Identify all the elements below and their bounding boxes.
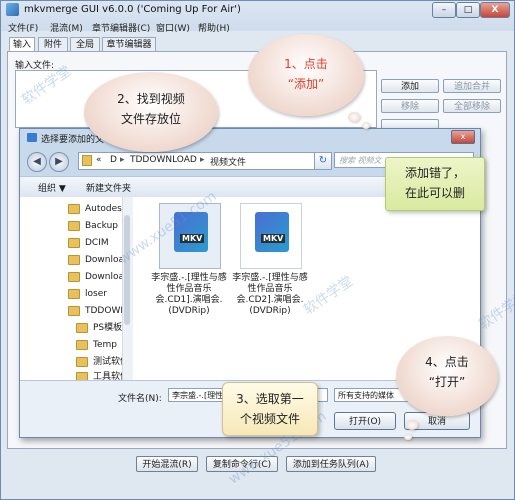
mkv-file-icon: MKV (255, 212, 289, 252)
close-button[interactable]: X (480, 2, 510, 18)
callout-dot (348, 112, 360, 122)
folder-icon (68, 220, 80, 231)
remove-all-button[interactable]: 全部移除 (443, 99, 501, 113)
tab-global[interactable]: 全局 (70, 37, 100, 51)
folder-item[interactable]: Autodesk (68, 201, 127, 217)
callout-dot (406, 420, 418, 430)
window-title: mkvmerge GUI v6.0.0 ('Coming Up For Air'… (24, 4, 241, 15)
folder-icon (68, 288, 80, 299)
filename-label: 文件名(N): (118, 394, 162, 404)
file-thumbnail: MKV (240, 203, 302, 269)
new-folder-button[interactable]: 新建文件夹 (86, 181, 131, 194)
menu-window[interactable]: 窗口(W) (156, 21, 190, 34)
folder-icon (68, 305, 80, 316)
open-button[interactable]: 打开(O) (334, 412, 396, 430)
folder-icon (76, 371, 88, 380)
breadcrumb-back[interactable]: « (96, 155, 102, 165)
folder-icon (76, 322, 88, 333)
append-button[interactable]: 追加合并 (443, 79, 501, 93)
dialog-icon (27, 133, 37, 142)
folder-item[interactable]: loser (68, 286, 107, 302)
folder-item[interactable]: DCIM (68, 235, 109, 251)
breadcrumb-tddownload[interactable]: TDDOWNLOAD (130, 155, 197, 165)
folder-item[interactable]: Temp (76, 337, 117, 353)
add-button[interactable]: 添加 (381, 79, 439, 93)
folder-item[interactable]: PS模板 (76, 320, 122, 336)
folder-icon (68, 237, 80, 248)
folder-icon (68, 254, 80, 265)
refresh-icon[interactable]: ↻ (314, 152, 332, 170)
organize-button[interactable]: 组织 ▼ (38, 181, 66, 194)
folder-icon (76, 356, 88, 367)
callout-step2: 2、找到视频 文件存放位 (84, 72, 218, 152)
callout-step3: 3、选取第一 个视频文件 (222, 382, 318, 436)
callout-delete-tip: 添加错了， 在此可以删 (385, 157, 485, 211)
status-bar (0, 476, 515, 500)
dialog-close-button[interactable]: x (451, 130, 475, 144)
callout-dot (404, 434, 412, 440)
breadcrumb-video-folder[interactable]: 视频文件 (210, 155, 246, 168)
menu-file[interactable]: 文件(F) (8, 21, 38, 34)
folder-icon (82, 155, 92, 166)
folder-item[interactable]: Backup (68, 218, 118, 234)
tab-input[interactable]: 输入 (9, 37, 35, 52)
file-item-cd2[interactable]: MKV 李宗盛.-.[理性与感性作品音乐会.CD2].演唱会.(DVDRip) (232, 203, 308, 328)
menu-chapter-editor[interactable]: 章节编辑器(C) (92, 21, 150, 34)
file-name: 李宗盛.-.[理性与感性作品音乐会.CD2].演唱会.(DVDRip) (232, 273, 308, 316)
callout-step1: 1、点击 “添加” (248, 34, 364, 116)
back-button[interactable]: ◀ (27, 152, 47, 172)
forward-button[interactable]: ▶ (49, 152, 69, 172)
menu-help[interactable]: 帮助(H) (198, 21, 230, 34)
maximize-button[interactable]: □ (456, 2, 480, 18)
app-icon (6, 3, 19, 16)
breadcrumb-sep-2-icon: ▸ (200, 155, 205, 165)
folder-icon (68, 271, 80, 282)
tab-attachments[interactable]: 附件 (38, 37, 68, 51)
minimize-button[interactable]: – (432, 2, 456, 18)
folder-tree[interactable]: Autodesk Backup DCIM Download Download l… (20, 197, 133, 380)
folder-item[interactable]: Download (68, 269, 130, 285)
breadcrumb-sep-1-icon: ▸ (120, 155, 125, 165)
tab-chapter-editor[interactable]: 章节编辑器 (102, 37, 156, 51)
remove-button[interactable]: 移除 (381, 99, 439, 113)
callout-step4: 4、点击 “打开” (396, 336, 498, 416)
folder-icon (76, 339, 88, 350)
folder-icon (68, 203, 80, 214)
folder-scroll-thumb[interactable] (124, 215, 130, 325)
menu-mux[interactable]: 混流(M) (50, 21, 83, 34)
breadcrumb-drive[interactable]: D (110, 155, 117, 165)
start-mux-button[interactable]: 开始混流(R) (136, 456, 198, 472)
add-to-queue-button[interactable]: 添加到任务队列(A) (286, 456, 376, 472)
callout-dot (362, 122, 370, 129)
file-name: 李宗盛.-.[理性与感性作品音乐会.CD1].演唱会.(DVDRip) (151, 273, 227, 316)
